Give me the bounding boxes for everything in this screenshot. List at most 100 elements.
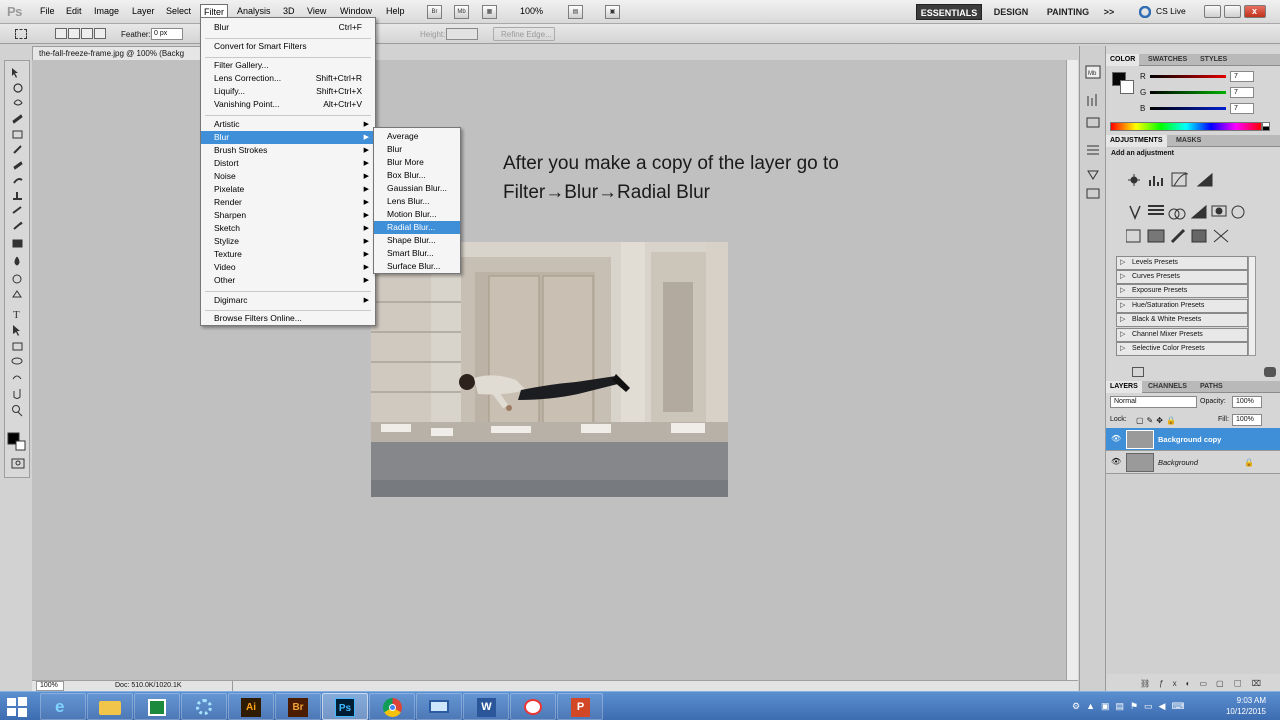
menu-item-box-blur[interactable]: Box Blur...: [374, 169, 460, 182]
menu-item-filter-gallery[interactable]: Filter Gallery...: [201, 59, 375, 72]
tab-paths[interactable]: PATHS: [1196, 381, 1227, 393]
menu-item-smart-blur[interactable]: Smart Blur...: [374, 247, 460, 260]
layer-row[interactable]: 👁 Background copy: [1106, 428, 1280, 451]
menu-item-surface-blur[interactable]: Surface Blur...: [374, 260, 460, 273]
menu-layer[interactable]: Layer: [132, 6, 155, 16]
preset-curves[interactable]: Curves Presets: [1116, 270, 1248, 284]
minimize-button[interactable]: [1204, 5, 1221, 18]
preset-exposure[interactable]: Exposure Presets: [1116, 284, 1248, 298]
internet-explorer-icon[interactable]: e: [40, 693, 86, 720]
tab-masks[interactable]: MASKS: [1172, 135, 1205, 147]
menu-item-last-filter[interactable]: Blur Ctrl+F: [201, 21, 375, 34]
mini-bridge-icon[interactable]: Mb: [454, 5, 469, 19]
cs-live-label[interactable]: CS Live: [1156, 6, 1186, 16]
menu-item-pixelate[interactable]: Pixelate ▶: [201, 183, 375, 196]
menu-item-digimarc[interactable]: Digimarc ▶: [201, 294, 375, 307]
menu-item-radial-blur[interactable]: Radial Blur...: [374, 221, 460, 234]
document-tab[interactable]: the-fall-freeze-frame.jpg @ 100% (Backg: [32, 46, 202, 61]
clock-date[interactable]: 10/12/2015: [1220, 707, 1266, 716]
fill-field[interactable]: 100%: [1232, 414, 1262, 426]
menu-analysis[interactable]: Analysis: [237, 6, 271, 16]
tab-layers[interactable]: LAYERS: [1106, 381, 1142, 393]
tab-swatches[interactable]: SWATCHES: [1144, 54, 1191, 66]
add-selection-icon[interactable]: [68, 28, 80, 39]
preset-black-white[interactable]: Black & White Presets: [1116, 313, 1248, 327]
menu-3d[interactable]: 3D: [283, 6, 295, 16]
menu-help[interactable]: Help: [386, 6, 405, 16]
menu-item-browse-filters-online[interactable]: Browse Filters Online...: [201, 312, 375, 325]
opacity-field[interactable]: 100%: [1232, 396, 1262, 408]
illustrator-icon[interactable]: Ai: [228, 693, 274, 720]
restore-button[interactable]: [1224, 5, 1241, 18]
preset-channel-mixer[interactable]: Channel Mixer Presets: [1116, 328, 1248, 342]
word-icon[interactable]: W: [463, 693, 509, 720]
tool-icons[interactable]: T: [5, 61, 31, 479]
tab-channels[interactable]: CHANNELS: [1144, 381, 1191, 393]
color-spectrum-bar[interactable]: [1110, 122, 1262, 131]
app-icon[interactable]: [181, 693, 227, 720]
red-slider[interactable]: [1150, 75, 1226, 78]
vertical-scrollbar[interactable]: [1066, 60, 1078, 680]
tab-color[interactable]: COLOR: [1106, 54, 1140, 66]
screen-mode-icon[interactable]: ▣: [605, 5, 620, 19]
marquee-tool-icon[interactable]: [15, 29, 27, 39]
green-value[interactable]: 7: [1230, 87, 1254, 98]
system-tray-icons[interactable]: ⚙▲▣▤⚑▭◀⌨: [1072, 701, 1200, 712]
preset-levels[interactable]: Levels Presets: [1116, 256, 1248, 270]
menu-edit[interactable]: Edit: [66, 6, 82, 16]
menu-item-blur[interactable]: Blur ▶: [201, 131, 375, 144]
file-explorer-icon[interactable]: [87, 693, 133, 720]
refine-edge-button[interactable]: Refine Edge...: [493, 27, 555, 41]
menu-image[interactable]: Image: [94, 6, 119, 16]
layer-row[interactable]: 👁 Background 🔒: [1106, 451, 1280, 474]
menu-select[interactable]: Select: [166, 6, 191, 16]
intersect-selection-icon[interactable]: [94, 28, 106, 39]
photoshop-taskbar-icon[interactable]: Ps: [322, 693, 368, 720]
menu-item-sharpen[interactable]: Sharpen ▶: [201, 209, 375, 222]
more-workspaces-icon[interactable]: >>: [1100, 4, 1118, 20]
tab-styles[interactable]: STYLES: [1196, 54, 1231, 66]
menu-item-texture[interactable]: Texture ▶: [201, 248, 375, 261]
menu-item-shape-blur[interactable]: Shape Blur...: [374, 234, 460, 247]
adjustments-options-icon[interactable]: [1264, 367, 1276, 377]
remote-desktop-icon[interactable]: [416, 693, 462, 720]
bridge-icon[interactable]: Br: [427, 5, 442, 19]
menu-item-gaussian-blur[interactable]: Gaussian Blur...: [374, 182, 460, 195]
subtract-selection-icon[interactable]: [81, 28, 93, 39]
menu-item-noise[interactable]: Noise ▶: [201, 170, 375, 183]
layers-bottom-icons[interactable]: ⛓ƒx◐▭▢◻⌧: [1140, 679, 1270, 688]
start-button[interactable]: [6, 696, 28, 718]
green-slider[interactable]: [1150, 91, 1226, 94]
blue-value[interactable]: 7: [1230, 103, 1254, 114]
tab-adjustments[interactable]: ADJUSTMENTS: [1106, 135, 1167, 147]
menu-item-sketch[interactable]: Sketch ▶: [201, 222, 375, 235]
bridge-app-icon[interactable]: Br: [275, 693, 321, 720]
menu-window[interactable]: Window: [340, 6, 372, 16]
menu-item-other[interactable]: Other ▶: [201, 274, 375, 287]
presets-scrollbar[interactable]: [1248, 256, 1256, 356]
menu-item-brush-strokes[interactable]: Brush Strokes ▶: [201, 144, 375, 157]
menu-item-blur-basic[interactable]: Blur: [374, 143, 460, 156]
menu-item-motion-blur[interactable]: Motion Blur...: [374, 208, 460, 221]
layer-name[interactable]: Background: [1158, 458, 1198, 467]
blue-slider[interactable]: [1150, 107, 1226, 110]
menu-view[interactable]: View: [307, 6, 326, 16]
close-button[interactable]: x: [1244, 5, 1266, 18]
clip-to-layer-icon[interactable]: [1132, 367, 1144, 377]
workspace-painting[interactable]: PAINTING: [1040, 4, 1096, 20]
preset-hue-saturation[interactable]: Hue/Saturation Presets: [1116, 299, 1248, 313]
black-white-ramp[interactable]: [1262, 122, 1270, 131]
menu-item-lens-blur[interactable]: Lens Blur...: [374, 195, 460, 208]
background-color-swatch[interactable]: [1120, 80, 1134, 94]
lock-icons[interactable]: ▢✎✥🔒: [1136, 416, 1186, 425]
snipping-tool-icon[interactable]: [510, 693, 556, 720]
store-icon[interactable]: [134, 693, 180, 720]
menu-item-blur-more[interactable]: Blur More: [374, 156, 460, 169]
arrange-documents-icon[interactable]: ▤: [568, 5, 583, 19]
eye-icon[interactable]: 👁: [1111, 457, 1123, 467]
menu-item-render[interactable]: Render ▶: [201, 196, 375, 209]
menu-file[interactable]: File: [40, 6, 55, 16]
menu-item-lens-correction[interactable]: Lens Correction... Shift+Ctrl+R: [201, 72, 375, 85]
preset-selective-color[interactable]: Selective Color Presets: [1116, 342, 1248, 356]
horizontal-scrollbar[interactable]: [232, 681, 1078, 691]
